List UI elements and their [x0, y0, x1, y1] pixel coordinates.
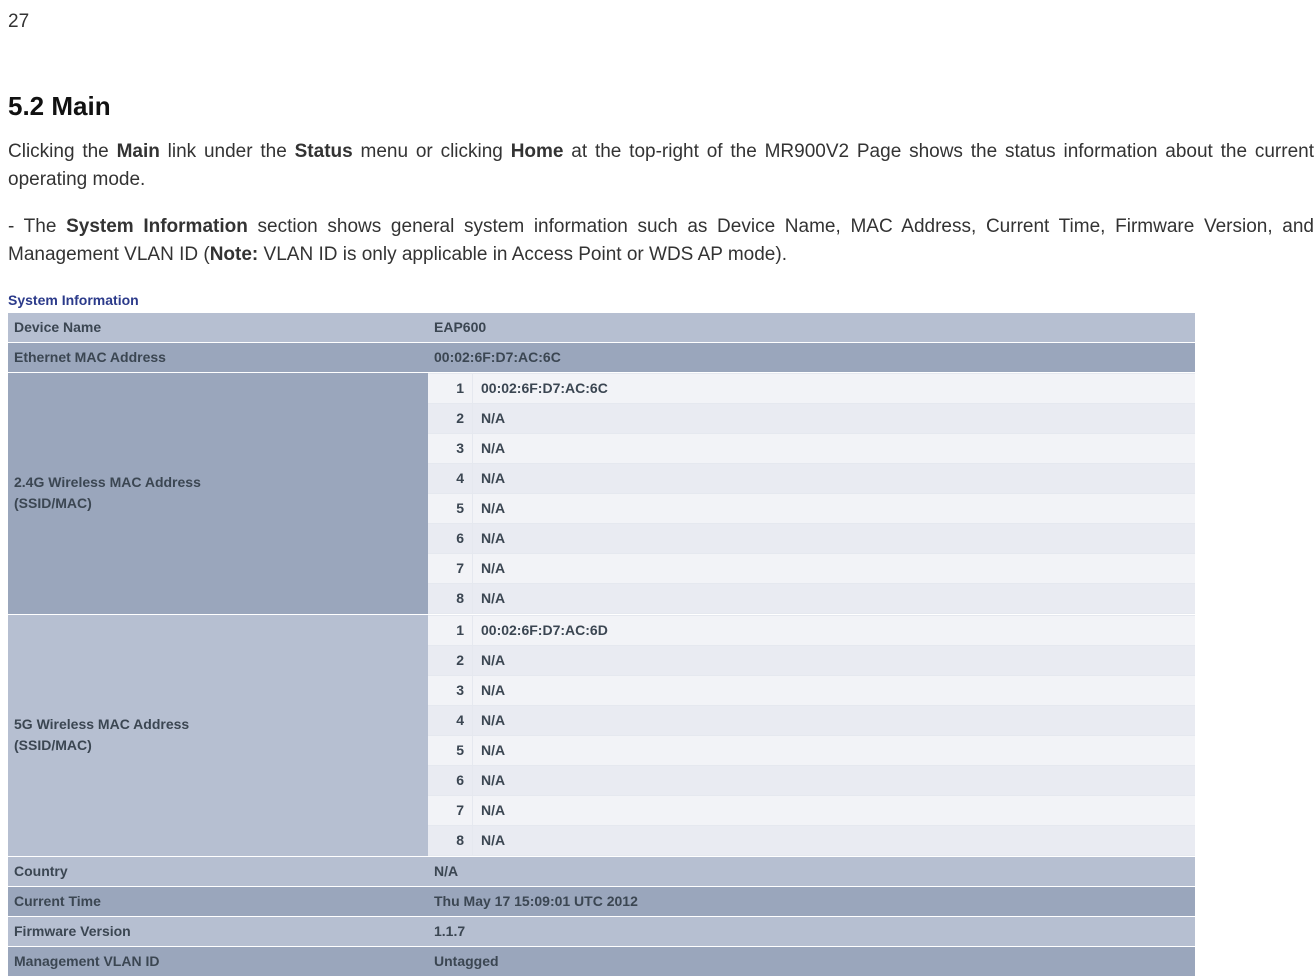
list-5g-mac: 100:02:6F:D7:AC:6D2N/A3N/A4N/A5N/A6N/A7N…	[428, 615, 1195, 856]
list-item-index: 1	[428, 373, 473, 403]
row-device-name: Device Name EAP600	[8, 313, 1195, 343]
list-item-value: N/A	[473, 523, 1196, 553]
value-management-vlan-id: Untagged	[428, 946, 1195, 976]
row-current-time: Current Time Thu May 17 15:09:01 UTC 201…	[8, 886, 1195, 916]
bold-sysinfo: System Information	[66, 216, 248, 237]
list-item: 6N/A	[428, 523, 1195, 553]
text: menu or clicking	[353, 141, 511, 162]
bold-main: Main	[117, 141, 160, 162]
list-item-value: N/A	[473, 645, 1196, 675]
list-item-index: 2	[428, 403, 473, 433]
list-item-value: N/A	[473, 553, 1196, 583]
text: VLAN ID is only applicable in Access Poi…	[258, 244, 787, 265]
list-item: 3N/A	[428, 675, 1195, 705]
list-item: 7N/A	[428, 553, 1195, 583]
list-item: 4N/A	[428, 463, 1195, 493]
list-item: 5N/A	[428, 735, 1195, 765]
list-item: 7N/A	[428, 795, 1195, 825]
list-item-value: N/A	[473, 463, 1196, 493]
list-item-index: 8	[428, 583, 473, 613]
row-firmware-version: Firmware Version 1.1.7	[8, 916, 1195, 946]
list-item-index: 5	[428, 493, 473, 523]
label-line1: 2.4G Wireless MAC Address	[14, 474, 201, 490]
list-item-index: 5	[428, 735, 473, 765]
label-line2: (SSID/MAC)	[14, 737, 92, 753]
list-2-4g-mac: 100:02:6F:D7:AC:6C2N/A3N/A4N/A5N/A6N/A7N…	[428, 373, 1195, 614]
label-line2: (SSID/MAC)	[14, 495, 92, 511]
list-item-value: N/A	[473, 795, 1196, 825]
list-item-value: 00:02:6F:D7:AC:6C	[473, 373, 1196, 403]
row-ethernet-mac: Ethernet MAC Address 00:02:6F:D7:AC:6C	[8, 342, 1195, 372]
label-management-vlan-id: Management VLAN ID	[8, 946, 428, 976]
list-5g-body: 100:02:6F:D7:AC:6D2N/A3N/A4N/A5N/A6N/A7N…	[428, 615, 1195, 855]
list-item-value: N/A	[473, 735, 1196, 765]
list-item-value: N/A	[473, 403, 1196, 433]
bold-home: Home	[511, 141, 564, 162]
list-item-index: 6	[428, 765, 473, 795]
list-item-value: N/A	[473, 493, 1196, 523]
list-item: 6N/A	[428, 765, 1195, 795]
label-line1: 5G Wireless MAC Address	[14, 716, 189, 732]
list-item: 3N/A	[428, 433, 1195, 463]
bold-status: Status	[295, 141, 353, 162]
list-item: 2N/A	[428, 403, 1195, 433]
intro-paragraph-2: - The System Information section shows g…	[8, 213, 1314, 270]
label-5g-wireless-mac: 5G Wireless MAC Address (SSID/MAC)	[8, 614, 428, 856]
list-item: 8N/A	[428, 825, 1195, 855]
list-item: 4N/A	[428, 705, 1195, 735]
list-item-value: 00:02:6F:D7:AC:6D	[473, 615, 1196, 645]
list-item-value: N/A	[473, 675, 1196, 705]
list-item-index: 7	[428, 553, 473, 583]
list-item-value: N/A	[473, 825, 1196, 855]
intro-paragraph-1: Clicking the Main link under the Status …	[8, 138, 1314, 195]
system-information-screenshot: System Information Device Name EAP600 Et…	[8, 288, 1171, 977]
list-item-index: 7	[428, 795, 473, 825]
label-ethernet-mac: Ethernet MAC Address	[8, 342, 428, 372]
value-5g-wireless-mac: 100:02:6F:D7:AC:6D2N/A3N/A4N/A5N/A6N/A7N…	[428, 614, 1195, 856]
row-5g-wireless-mac: 5G Wireless MAC Address (SSID/MAC) 100:0…	[8, 614, 1195, 856]
list-item-value: N/A	[473, 765, 1196, 795]
value-country: N/A	[428, 856, 1195, 886]
text: Clicking the	[8, 141, 117, 162]
list-item: 5N/A	[428, 493, 1195, 523]
value-firmware-version: 1.1.7	[428, 916, 1195, 946]
label-device-name: Device Name	[8, 313, 428, 343]
list-item-index: 6	[428, 523, 473, 553]
row-management-vlan-id: Management VLAN ID Untagged	[8, 946, 1195, 976]
system-information-title: System Information	[8, 288, 1171, 313]
label-country: Country	[8, 856, 428, 886]
list-item-index: 4	[428, 463, 473, 493]
list-item: 8N/A	[428, 583, 1195, 613]
list-2-4g-body: 100:02:6F:D7:AC:6C2N/A3N/A4N/A5N/A6N/A7N…	[428, 373, 1195, 613]
system-information-table: Device Name EAP600 Ethernet MAC Address …	[8, 313, 1195, 977]
list-item: 100:02:6F:D7:AC:6C	[428, 373, 1195, 403]
list-item-index: 8	[428, 825, 473, 855]
list-item-value: N/A	[473, 705, 1196, 735]
page-number: 27	[8, 8, 1314, 37]
label-firmware-version: Firmware Version	[8, 916, 428, 946]
section-heading: 5.2 Main	[8, 87, 1314, 126]
list-item-index: 1	[428, 615, 473, 645]
list-item-index: 2	[428, 645, 473, 675]
list-item-value: N/A	[473, 433, 1196, 463]
value-ethernet-mac: 00:02:6F:D7:AC:6C	[428, 342, 1195, 372]
row-country: Country N/A	[8, 856, 1195, 886]
value-current-time: Thu May 17 15:09:01 UTC 2012	[428, 886, 1195, 916]
list-item-index: 3	[428, 433, 473, 463]
label-current-time: Current Time	[8, 886, 428, 916]
bold-note: Note:	[210, 244, 259, 265]
value-device-name: EAP600	[428, 313, 1195, 343]
list-item: 100:02:6F:D7:AC:6D	[428, 615, 1195, 645]
value-2-4g-wireless-mac: 100:02:6F:D7:AC:6C2N/A3N/A4N/A5N/A6N/A7N…	[428, 372, 1195, 614]
list-item: 2N/A	[428, 645, 1195, 675]
text: - The	[8, 216, 66, 237]
label-2-4g-wireless-mac: 2.4G Wireless MAC Address (SSID/MAC)	[8, 372, 428, 614]
list-item-index: 4	[428, 705, 473, 735]
text: link under the	[160, 141, 295, 162]
row-2-4g-wireless-mac: 2.4G Wireless MAC Address (SSID/MAC) 100…	[8, 372, 1195, 614]
list-item-index: 3	[428, 675, 473, 705]
list-item-value: N/A	[473, 583, 1196, 613]
